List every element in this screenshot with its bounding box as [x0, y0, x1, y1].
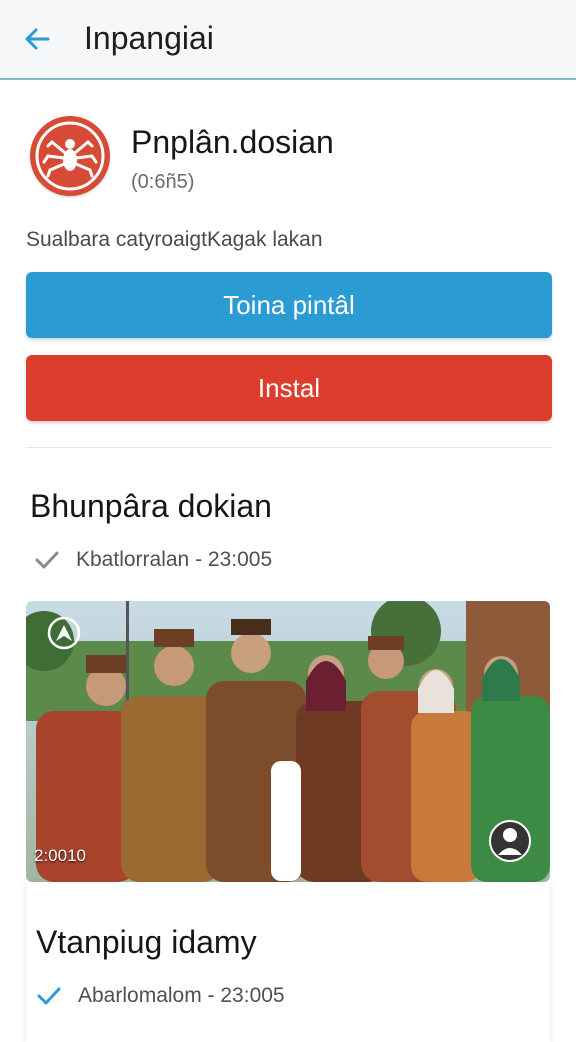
section-title: Bhunpâra dokian	[30, 488, 272, 524]
check-icon	[35, 551, 59, 569]
divider	[26, 447, 552, 448]
photo-illustration	[26, 601, 550, 882]
app-description: Sualbara catyroaigtKagak lakan	[26, 228, 323, 251]
group-photo[interactable]: 2:0010	[26, 601, 550, 882]
top-app-bar: Inpangiai	[0, 0, 576, 80]
app-subtitle: (0:6ñ5)	[131, 171, 195, 193]
app-name: Pnplân.dosian	[131, 124, 334, 160]
photo-timer: 2:0010	[34, 846, 86, 865]
page-title: Inpangiai	[84, 20, 214, 56]
card-meta-text: Abarlomalom - 23:005	[78, 984, 285, 1007]
install-button[interactable]: Instal	[26, 355, 552, 421]
card-title: Vtanpiug idamy	[36, 924, 257, 960]
check-icon	[37, 987, 61, 1005]
card-meta-row: Abarlomalom - 23:005	[36, 984, 285, 1008]
section-meta-row: Kbatlorralan - 23:005	[34, 548, 272, 572]
primary-button[interactable]: Toina pintâl	[26, 272, 552, 338]
arrow-left-icon[interactable]	[22, 24, 52, 54]
content-card[interactable]: Vtanpiug idamy Abarlomalom - 23:005	[26, 882, 550, 1042]
install-button-label: Instal	[257, 372, 321, 403]
primary-button-label: Toina pintâl	[223, 289, 355, 320]
spider-emblem-icon	[35, 121, 105, 191]
user-avatar-icon	[489, 820, 531, 862]
app-logo	[30, 116, 110, 196]
section-meta-text: Kbatlorralan - 23:005	[76, 548, 273, 571]
